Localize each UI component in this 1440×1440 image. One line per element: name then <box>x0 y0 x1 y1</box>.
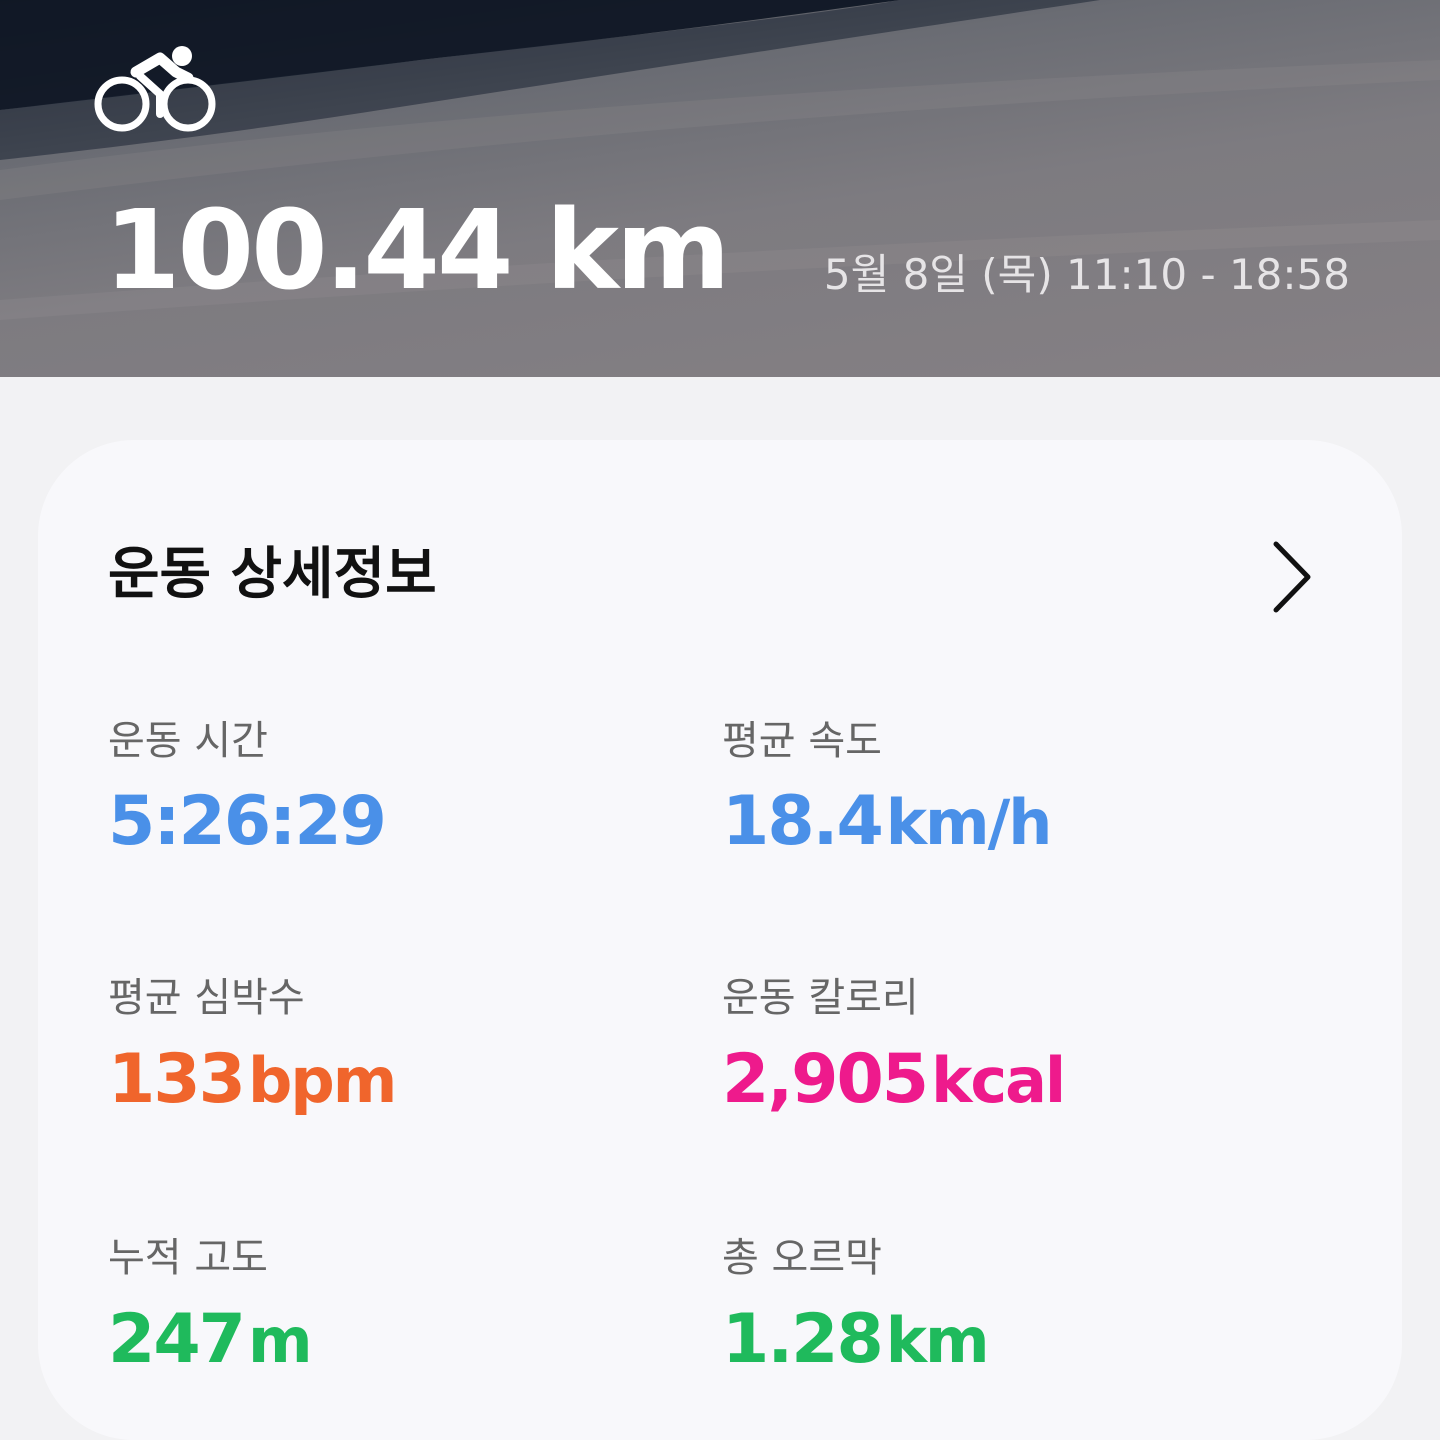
stat-label-calories: 운동 칼로리 <box>722 975 919 1021</box>
stat-value-calories: 2,905kcal <box>722 1040 1066 1137</box>
stat-value-cumulative-elevation: 247m <box>108 1300 313 1397</box>
stat-unit: m <box>247 1304 313 1377</box>
card-title: 운동 상세정보 <box>108 542 437 607</box>
stat-label-avg-heart-rate: 평균 심박수 <box>108 975 305 1021</box>
stat-number: 247 <box>108 1300 246 1379</box>
workout-date-range: 5월 8일 (목) 11:10 - 18:58 <box>823 250 1350 299</box>
total-distance: 100.44 km <box>104 186 731 314</box>
stat-label-avg-speed: 평균 속도 <box>722 718 882 764</box>
stat-label-total-ascent: 총 오르막 <box>722 1235 882 1281</box>
cycling-icon <box>94 46 216 132</box>
stat-number: 133 <box>108 1040 246 1119</box>
stat-unit: km/h <box>885 786 1053 859</box>
stat-value-total-ascent: 1.28km <box>722 1300 990 1397</box>
stat-value-workout-time: 5:26:29 <box>108 782 389 879</box>
stat-value-avg-heart-rate: 133bpm <box>108 1040 397 1137</box>
stat-number: 1.28 <box>722 1300 884 1379</box>
workout-details-card[interactable]: 운동 상세정보 운동 시간 5:26:29 평균 속도 18.4km/h 평균 … <box>38 440 1402 1440</box>
stat-number: 2,905 <box>722 1040 929 1119</box>
stat-value-avg-speed: 18.4km/h <box>722 782 1053 879</box>
stat-unit: bpm <box>247 1044 397 1117</box>
stat-unit: km <box>885 1304 990 1377</box>
stat-label-workout-time: 운동 시간 <box>108 718 268 764</box>
stat-label-cumulative-elevation: 누적 고도 <box>108 1235 268 1281</box>
header-banner: 100.44 km 5월 8일 (목) 11:10 - 18:58 <box>0 0 1440 377</box>
stat-unit: kcal <box>931 1044 1066 1117</box>
stat-number: 5:26:29 <box>108 782 387 861</box>
stat-number: 18.4 <box>722 782 884 861</box>
chevron-right-icon[interactable] <box>1268 540 1316 614</box>
